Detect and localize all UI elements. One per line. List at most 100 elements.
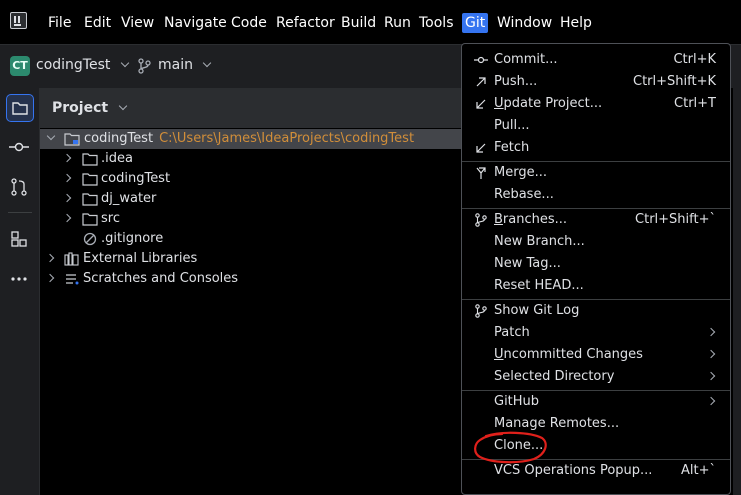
expand-arrow-icon[interactable] <box>62 213 72 223</box>
menu-item-label: Commit... <box>494 52 558 67</box>
tree-row-idea[interactable]: .idea <box>40 149 470 169</box>
strip-divider <box>8 212 32 213</box>
menu-refactor[interactable]: Refactor <box>276 13 335 33</box>
tree-row-scratches[interactable]: Scratches and Consoles <box>40 269 470 289</box>
background-editor-edge <box>733 88 741 495</box>
git-menu-merge[interactable]: Merge... <box>462 162 730 184</box>
git-menu-new-branch[interactable]: New Branch... <box>462 231 730 253</box>
expand-arrow-icon[interactable] <box>62 173 72 183</box>
git-menu-manage-remotes[interactable]: Manage Remotes... <box>462 413 730 435</box>
menu-item-label: Push... <box>494 74 538 89</box>
submenu-chevron-icon <box>706 396 716 406</box>
folder-icon <box>12 102 28 115</box>
library-icon <box>64 252 79 266</box>
more-dots-icon <box>11 277 27 281</box>
menu-file[interactable]: File <box>48 13 71 33</box>
tree-item-label: dj_water <box>101 191 157 206</box>
project-selector[interactable]: codingTest <box>36 57 130 73</box>
git-menu-branches[interactable]: Branches... Ctrl+Shift+` <box>462 209 730 231</box>
menu-git[interactable]: Git <box>462 13 489 33</box>
expand-arrow-icon[interactable] <box>62 193 72 203</box>
tree-item-label: src <box>101 211 120 226</box>
structure-tool-button[interactable] <box>6 226 34 254</box>
git-menu-fetch[interactable]: Fetch <box>462 137 730 159</box>
project-badge[interactable]: CT <box>10 56 30 76</box>
expand-arrow-icon[interactable] <box>62 153 72 163</box>
menu-code[interactable]: Code <box>231 13 267 33</box>
main-menu-bar: File Edit View Navigate Code Refactor Bu… <box>0 0 741 44</box>
intellij-logo-icon[interactable] <box>10 12 27 29</box>
git-menu-pull[interactable]: Pull... <box>462 115 730 137</box>
folder-icon <box>82 153 98 166</box>
git-menu-reset-head[interactable]: Reset HEAD... <box>462 275 730 297</box>
menu-item-shortcut: Ctrl+K <box>673 52 716 67</box>
menu-item-label: Uncommitted Changes <box>494 347 643 362</box>
git-menu-uncommitted-changes[interactable]: Uncommitted Changes <box>462 344 730 366</box>
git-menu-selected-directory[interactable]: Selected Directory <box>462 366 730 388</box>
panel-title: Project <box>52 100 109 116</box>
git-menu-new-tag[interactable]: New Tag... <box>462 253 730 275</box>
pull-request-icon <box>11 178 27 196</box>
project-tool-button[interactable] <box>6 94 34 122</box>
menu-item-label: Pull... <box>494 118 530 133</box>
menu-item-label: Reset HEAD... <box>494 278 584 293</box>
commit-icon <box>9 142 29 152</box>
more-tools-button[interactable] <box>6 266 34 294</box>
menu-item-label: Patch <box>494 325 530 340</box>
git-menu-clone[interactable]: Clone... <box>462 435 730 457</box>
tree-row-root[interactable]: codingTest C:\Users\James\IdeaProjects\co… <box>40 129 470 149</box>
menu-item-label: GitHub <box>494 394 540 409</box>
menu-help[interactable]: Help <box>560 13 592 33</box>
git-menu-github[interactable]: GitHub <box>462 391 730 413</box>
menu-item-label: New Branch... <box>494 234 585 249</box>
menu-run[interactable]: Run <box>384 13 411 33</box>
scratches-icon <box>66 274 79 285</box>
expand-arrow-icon[interactable] <box>46 131 56 141</box>
git-menu-show-git-log[interactable]: Show Git Log <box>462 300 730 322</box>
tree-item-label: Scratches and Consoles <box>83 271 239 286</box>
folder-icon <box>82 213 98 226</box>
structure-icon <box>11 231 27 247</box>
git-menu-vcs-operations-popup[interactable]: VCS Operations Popup... Alt+` <box>462 460 730 482</box>
project-panel-header: Project <box>40 88 470 128</box>
pull-requests-tool-button[interactable] <box>6 174 34 202</box>
menu-item-label: Manage Remotes... <box>494 416 620 431</box>
tree-row-dj-water[interactable]: dj_water <box>40 189 470 209</box>
git-log-icon <box>475 304 487 318</box>
expand-arrow-icon[interactable] <box>45 253 55 263</box>
git-menu-push[interactable]: Push... Ctrl+Shift+K <box>462 71 730 93</box>
menu-window[interactable]: Window <box>497 13 552 33</box>
ignore-file-icon <box>83 232 97 246</box>
folder-icon <box>82 173 98 186</box>
menu-build[interactable]: Build <box>341 13 376 33</box>
branch-selector[interactable]: main <box>158 57 212 73</box>
menu-item-label: New Tag... <box>494 256 561 271</box>
branch-name: main <box>158 57 193 73</box>
folder-icon <box>82 193 98 206</box>
menu-item-shortcut: Ctrl+Shift+K <box>633 74 716 89</box>
fetch-arrow-icon <box>476 143 486 153</box>
menu-edit[interactable]: Edit <box>84 13 111 33</box>
git-menu-patch[interactable]: Patch <box>462 322 730 344</box>
chevron-down-icon <box>120 58 130 68</box>
expand-arrow-icon[interactable] <box>45 273 55 283</box>
tree-row-external-libraries[interactable]: External Libraries <box>40 249 470 269</box>
menu-tools[interactable]: Tools <box>419 13 454 33</box>
root-path: C:\Users\James\IdeaProjects\codingTest <box>159 131 415 146</box>
commit-icon <box>474 56 488 64</box>
project-view-selector[interactable]: Project <box>52 100 128 116</box>
menu-navigate[interactable]: Navigate <box>164 13 227 33</box>
git-menu-update-project[interactable]: Update Project... Ctrl+T <box>462 93 730 115</box>
git-menu-rebase[interactable]: Rebase... <box>462 184 730 206</box>
menu-view[interactable]: View <box>121 13 154 33</box>
git-branch-icon <box>138 58 151 74</box>
tree-row-gitignore[interactable]: .gitignore <box>40 229 470 249</box>
project-name: codingTest <box>36 57 111 73</box>
tree-row-src[interactable]: src <box>40 209 470 229</box>
commit-tool-button[interactable] <box>6 134 34 162</box>
tree-row-codingtest[interactable]: codingTest <box>40 169 470 189</box>
menu-item-label: VCS Operations Popup... <box>494 463 653 478</box>
merge-icon <box>476 167 486 179</box>
submenu-chevron-icon <box>706 371 716 381</box>
git-menu-commit[interactable]: Commit... Ctrl+K <box>462 49 730 71</box>
